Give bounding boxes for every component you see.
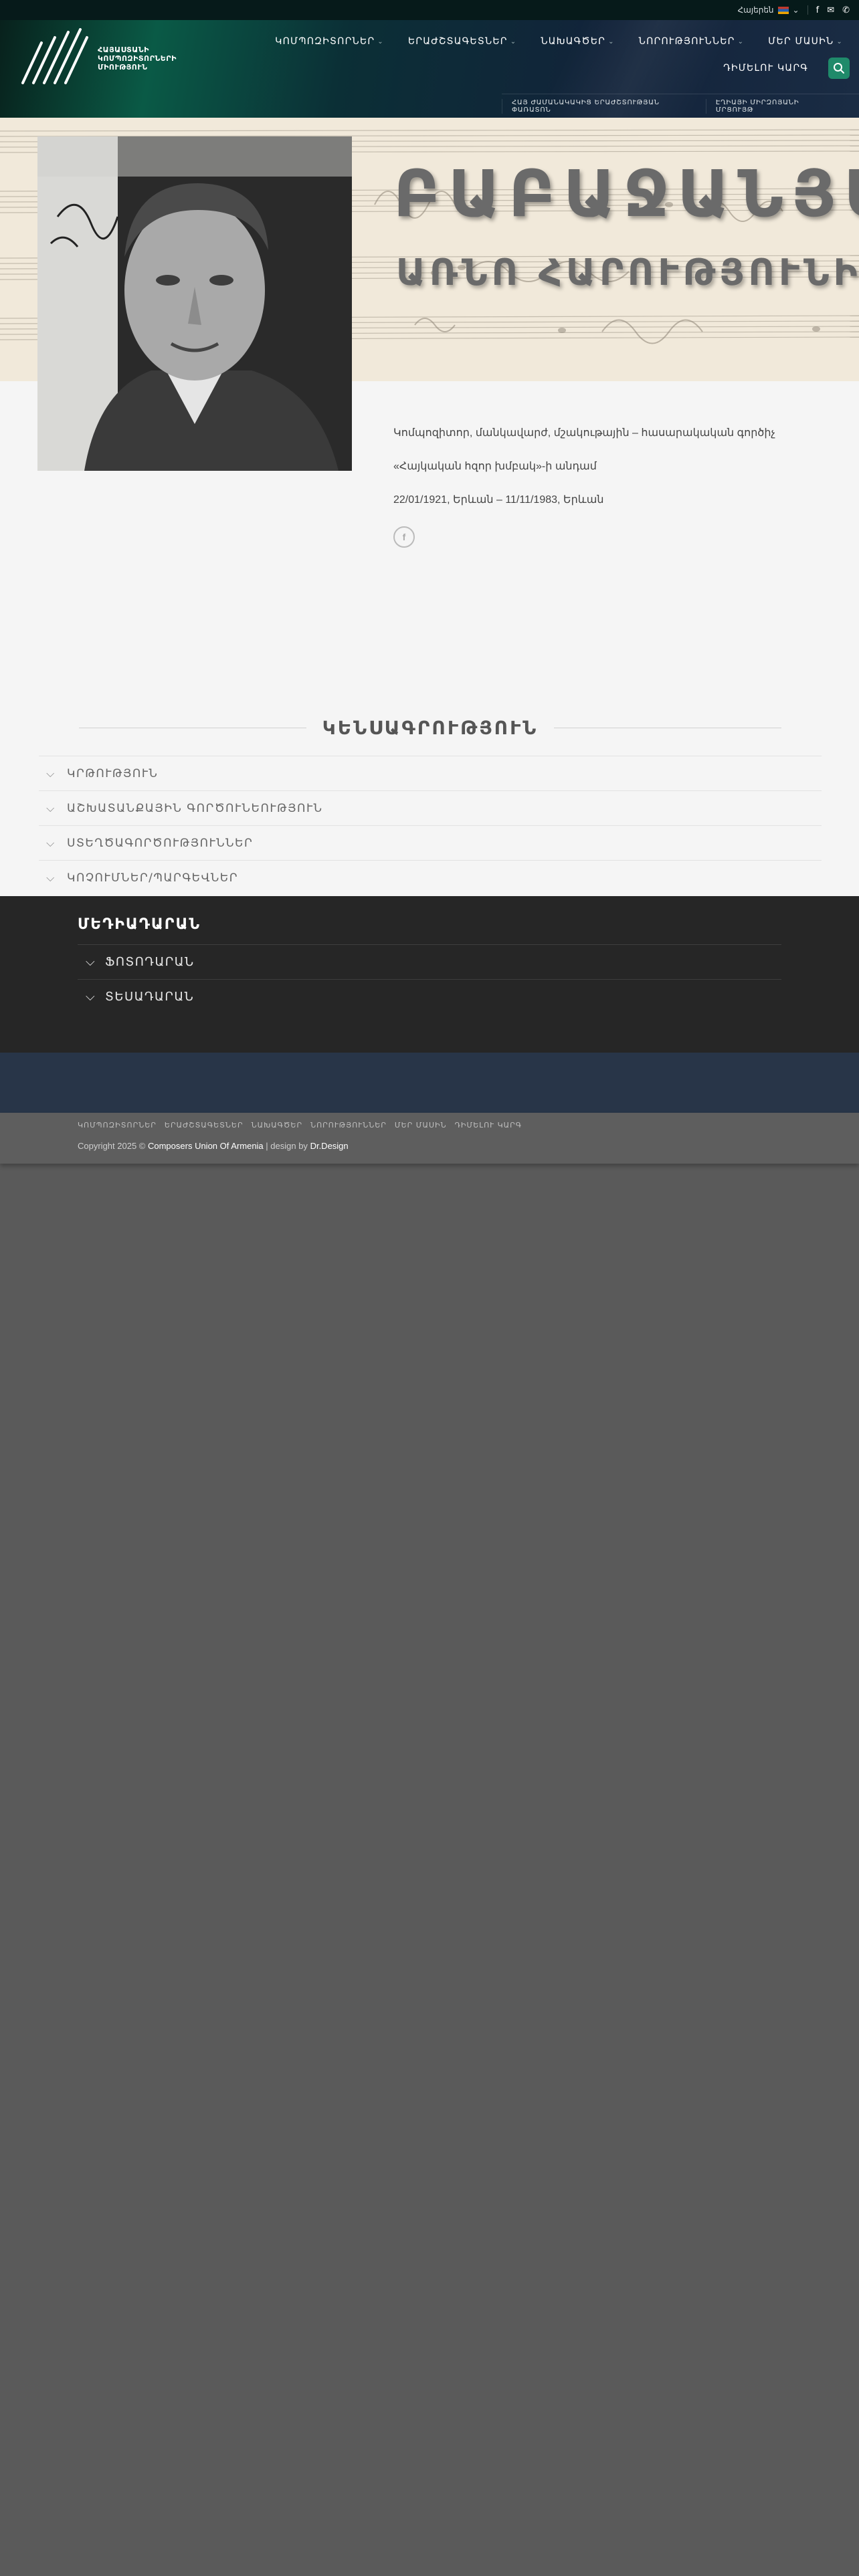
- copyright-sep: | design by: [266, 1141, 308, 1151]
- language-label: Հայերեն: [737, 5, 774, 15]
- portrait-photo: [37, 136, 352, 471]
- nav-label: ՆՈՐՈՒԹՅՈՒՆՆԵՐ: [638, 36, 735, 47]
- language-switcher[interactable]: Հայերեն ⌄: [738, 5, 799, 15]
- copyright: Copyright 2025 © Composers Union Of Arme…: [78, 1141, 349, 1151]
- site-header: ՀԱՅԱՍՏԱՆԻ ԿՈՄՊՈԶԻՏՈՐՆԵՐԻ ՄԻՈՒԹՅՈՒՆ ԿՈՄՊՈ…: [0, 20, 859, 118]
- mail-icon[interactable]: ✉: [827, 5, 834, 15]
- subnav-item-competition[interactable]: ԷՂԻԱՅԻ ՄԻՐԶՈՅԱՆԻ ՄՐՑՈՒՅԹ: [705, 98, 846, 114]
- chevron-down-icon: ⌄: [608, 37, 615, 45]
- logo-mark-icon: [21, 28, 88, 84]
- accordion-label: ԿՐԹՈՒԹՅՈՒՆ: [67, 766, 159, 780]
- accordion-label: ՍՏԵՂԾԱԳՈՐԾՈՒԹՅՈՒՆՆԵՐ: [67, 836, 254, 850]
- composer-membership: «Հայկական հզոր խմբակ»-ի անդամ: [393, 461, 597, 472]
- nav-item-composers[interactable]: ԿՈՄՊՈԶԻՏՈՐՆԵՐ ⌄: [275, 36, 384, 47]
- media-accordion: ⌵ ՖՈՏՈԴԱՐԱՆ ⌵ ՏԵՍԱԴԱՐԱՆ: [78, 944, 781, 1014]
- nav-label: ԵՐԱԺՇՏԱԳԵՏՆԵՐ: [407, 36, 508, 47]
- chevron-down-icon: ⌄: [836, 37, 843, 45]
- footer-band: [0, 1053, 859, 1113]
- site-footer: ԿՈՄՊՈԶԻՏՈՐՆԵՐ ԵՐԱԺՇՏԱԳԵՏՆԵՐ ՆԱԽԱԳԾԵՐ ՆՈՐ…: [0, 1113, 859, 1164]
- chevron-down-icon: ⌵: [46, 766, 56, 780]
- footer-link[interactable]: ԵՐԱԺՇՏԱԳԵՏՆԵՐ: [165, 1121, 244, 1130]
- search-button[interactable]: [828, 58, 850, 79]
- logo-line-2: ԿՈՄՊՈԶԻՏՈՐՆԵՐԻ: [98, 53, 177, 63]
- biography-title: ԿԵՆՍԱԳՐՈՒԹՅՈՒՆ: [322, 716, 539, 739]
- chevron-down-icon: ⌄: [377, 37, 384, 45]
- chevron-down-icon: ⌵: [46, 871, 56, 884]
- sub-nav: ՀԱՅ ԺԱՄԱՆԱԿԱԿԻՑ ԵՐԱԺՇՏՈՒԹՅԱՆ ՓԱՌԱՏՈՆ ԷՂԻ…: [502, 94, 859, 118]
- chevron-down-icon: ⌵: [46, 801, 56, 815]
- biography-heading: ԿԵՆՍԱԳՐՈՒԹՅՈՒՆ: [79, 714, 781, 741]
- accordion-item-videos[interactable]: ⌵ ՏԵՍԱԴԱՐԱՆ: [78, 979, 781, 1014]
- media-section: ՄԵԴԻԱԴԱՐԱՆ ⌵ ՖՈՏՈԴԱՐԱՆ ⌵ ՏԵՍԱԴԱՐԱՆ: [0, 896, 859, 1053]
- nav-item-news[interactable]: ՆՈՐՈՒԹՅՈՒՆՆԵՐ ⌄: [639, 36, 745, 47]
- footer-link[interactable]: ՆԱԽԱԳԾԵՐ: [252, 1121, 302, 1130]
- flag-icon: [777, 6, 789, 14]
- accordion-label: ԱՇԽԱՏԱՆՔԱՅԻՆ ԳՈՐԾՈՒՆԵՈՒԹՅՈՒՆ: [67, 801, 323, 815]
- logo-line-3: ՄԻՈՒԹՅՈՒՆ: [98, 62, 148, 72]
- composer-life-dates: 22/01/1921, Երևան – 11/11/1983, Երևան: [393, 494, 604, 506]
- accordion-item-work[interactable]: ⌵ ԱՇԽԱՏԱՆՔԱՅԻՆ ԳՈՐԾՈՒՆԵՈՒԹՅՈՒՆ: [39, 790, 822, 825]
- chevron-down-icon: ⌵: [46, 836, 56, 849]
- nav-label: ՄԵՐ ՄԱՍԻՆ: [768, 36, 834, 47]
- accordion-item-education[interactable]: ⌵ ԿՐԹՈՒԹՅՈՒՆ: [39, 756, 822, 790]
- top-bar: Հայերեն ⌄ f ✉ ✆: [0, 0, 859, 20]
- nav-item-about[interactable]: ՄԵՐ ՄԱՍԻՆ ⌄: [768, 36, 843, 47]
- phone-icon[interactable]: ✆: [842, 5, 850, 15]
- logo-line-1: ՀԱՅԱՍՏԱՆԻ: [98, 45, 149, 54]
- copyright-prefix: Copyright 2025 ©: [78, 1141, 146, 1151]
- accordion-item-works[interactable]: ⌵ ՍՏԵՂԾԱԳՈՐԾՈՒԹՅՈՒՆՆԵՐ: [39, 825, 822, 860]
- nav-label: ԿՈՄՊՈԶԻՏՈՐՆԵՐ: [275, 36, 375, 47]
- divider: [807, 5, 808, 15]
- accordion-label: ԿՈՉՈՒՄՆԵՐ/ՊԱՐԳԵՎՆԵՐ: [67, 871, 239, 885]
- main-nav: ԿՈՄՊՈԶԻՏՈՐՆԵՐ ⌄ ԵՐԱԺՇՏԱԳԵՏՆԵՐ ⌄ ՆԱԽԱԳԾԵՐ ⌄ …: [268, 36, 843, 47]
- composer-portrait: [37, 136, 352, 471]
- designer-link[interactable]: Dr.Design: [310, 1141, 349, 1151]
- chevron-down-icon: ⌄: [737, 37, 745, 45]
- facebook-icon[interactable]: f: [816, 5, 820, 15]
- accordion-label: ՖՈՏՈԴԱՐԱՆ: [105, 955, 195, 969]
- secondary-nav: ԴԻՄԵԼՈՒ ԿԱՐԳ: [602, 58, 850, 79]
- media-title: ՄԵԴԻԱԴԱՐԱՆ: [78, 916, 201, 933]
- composer-surname: ԲԱԲԱՋԱՆՅԱՆ: [393, 156, 859, 231]
- logo-text: ՀԱՅԱՍՏԱՆԻ ԿՈՄՊՈԶԻՏՈՐՆԵՐԻ ՄԻՈՒԹՅՈՒՆ: [98, 45, 177, 72]
- site-logo[interactable]: ՀԱՅԱՍՏԱՆԻ ԿՈՄՊՈԶԻՏՈՐՆԵՐԻ ՄԻՈՒԹՅՈՒՆ: [19, 28, 179, 88]
- accordion-label: ՏԵՍԱԴԱՐԱՆ: [105, 990, 195, 1004]
- accordion-item-awards[interactable]: ⌵ ԿՈՉՈՒՄՆԵՐ/ՊԱՐԳԵՎՆԵՐ: [39, 860, 822, 895]
- chevron-down-icon: ⌄: [792, 5, 799, 15]
- footer-nav: ԿՈՄՊՈԶԻՏՈՐՆԵՐ ԵՐԱԺՇՏԱԳԵՏՆԵՐ ՆԱԽԱԳԾԵՐ ՆՈՐ…: [78, 1121, 522, 1130]
- footer-link[interactable]: ԴԻՄԵԼՈՒ ԿԱՐԳ: [455, 1121, 522, 1130]
- footer-link[interactable]: ԿՈՄՊՈԶԻՏՈՐՆԵՐ: [78, 1121, 157, 1130]
- composer-occupation: Կոմպոզիտոր, մանկավարժ, մշակութային – հաս…: [393, 427, 775, 439]
- chevron-down-icon: ⌄: [510, 37, 517, 45]
- copyright-org-link[interactable]: Composers Union Of Armenia: [148, 1141, 264, 1151]
- biography-accordion: ⌵ ԿՐԹՈՒԹՅՈՒՆ ⌵ ԱՇԽԱՏԱՆՔԱՅԻՆ ԳՈՐԾՈՒՆԵՈՒԹՅՈՒ…: [39, 756, 822, 895]
- nav-item-musicologists[interactable]: ԵՐԱԺՇՏԱԳԵՏՆԵՐ ⌄: [408, 36, 516, 47]
- footer-link[interactable]: ՆՈՐՈՒԹՅՈՒՆՆԵՐ: [310, 1121, 387, 1130]
- footer-link[interactable]: ՄԵՐ ՄԱՍԻՆ: [395, 1121, 447, 1130]
- composer-info: Կոմպոզիտոր, մանկավարժ, մշակութային – հաս…: [393, 426, 828, 548]
- nav-label: ՆԱԽԱԳԾԵՐ: [541, 36, 606, 47]
- nav-item-how-to-apply[interactable]: ԴԻՄԵԼՈՒ ԿԱՐԳ: [723, 63, 808, 74]
- subnav-item-festival[interactable]: ՀԱՅ ԺԱՄԱՆԱԿԱԿԻՑ ԵՐԱԺՇՏՈՒԹՅԱՆ ՓԱՌԱՏՈՆ: [502, 98, 706, 114]
- share-facebook-button[interactable]: f: [393, 526, 415, 548]
- chevron-down-icon: ⌵: [86, 955, 96, 969]
- nav-item-projects[interactable]: ՆԱԽԱԳԾԵՐ ⌄: [541, 36, 614, 47]
- accordion-item-photos[interactable]: ⌵ ՖՈՏՈԴԱՐԱՆ: [78, 944, 781, 979]
- facebook-icon: f: [402, 532, 406, 542]
- chevron-down-icon: ⌵: [86, 990, 96, 1004]
- search-icon: [834, 63, 844, 74]
- composer-given-name: ԱՌՆՈ ՀԱՐՈՒԹՅՈՒՆԻ: [396, 251, 859, 294]
